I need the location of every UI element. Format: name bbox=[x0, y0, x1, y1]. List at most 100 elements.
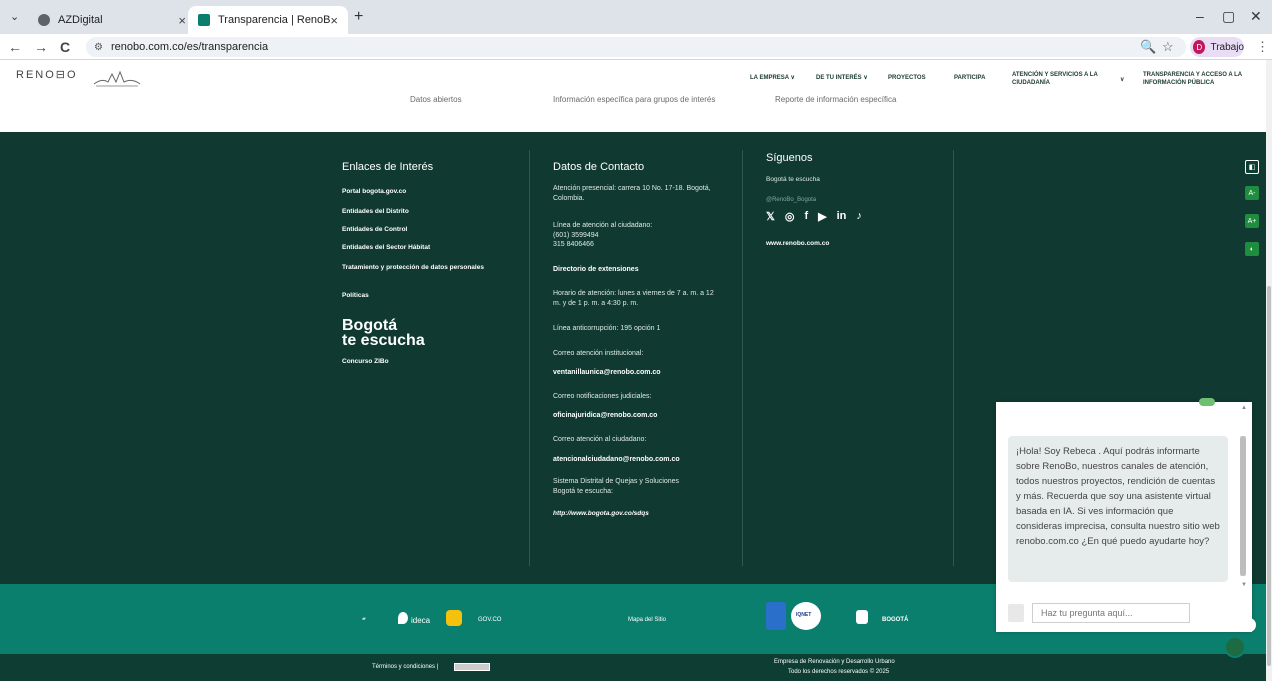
link-judicial-email[interactable]: oficinajuridica@renobo.com.co bbox=[553, 411, 733, 420]
tab-azdigital[interactable]: AZDigital × bbox=[28, 6, 196, 34]
forward-button[interactable]: → bbox=[34, 39, 48, 55]
sublink-datos-abiertos[interactable]: Datos abiertos bbox=[410, 95, 462, 104]
small-logo-icon[interactable]: ▰ bbox=[362, 616, 366, 622]
contact-judicial-label: Correo notificaciones judiciales: bbox=[553, 393, 652, 400]
menu-atencion-chevron-icon[interactable]: ∨ bbox=[1120, 76, 1124, 84]
column-divider bbox=[742, 150, 743, 566]
link-citizen-email[interactable]: atencionalciudadano@renobo.com.co bbox=[553, 455, 738, 464]
menu-transparencia[interactable]: TRANSPARENCIA Y ACCESO A LA INFORMACIÓN … bbox=[1143, 71, 1253, 87]
menu-participa[interactable]: PARTICIPA bbox=[954, 74, 985, 82]
revitalizacion-logo-icon bbox=[93, 70, 141, 87]
url-text: renobo.com.co/es/transparencia bbox=[110, 41, 269, 53]
sublink-reporte-especifica[interactable]: Reporte de información específica bbox=[775, 95, 896, 104]
close-window-button[interactable]: ✕ bbox=[1250, 8, 1262, 25]
iqnet-badge-icon: IQNET bbox=[791, 602, 821, 630]
renobo-favicon-icon bbox=[198, 14, 210, 26]
maximize-button[interactable]: ▢ bbox=[1222, 8, 1235, 25]
page-scrollbar-thumb[interactable] bbox=[1267, 286, 1271, 666]
accessibility-icon[interactable]: ◐ bbox=[1245, 242, 1259, 256]
follow-line1: Bogotá te escucha bbox=[766, 176, 820, 183]
link-tratamiento-datos[interactable]: Tratamiento y protección de datos person… bbox=[342, 263, 492, 272]
terms-link[interactable]: Términos y condiciones | bbox=[372, 664, 438, 670]
ideca-pin-icon bbox=[398, 612, 408, 624]
linkedin-icon[interactable]: in bbox=[837, 210, 847, 223]
new-tab-button[interactable]: + bbox=[354, 8, 363, 26]
contrast-icon[interactable]: ◧ bbox=[1245, 160, 1259, 174]
contact-phone2: 315 8406466 bbox=[553, 241, 594, 248]
reload-button[interactable]: C bbox=[60, 39, 70, 55]
menu-proyectos[interactable]: PROYECTOS bbox=[888, 74, 926, 82]
chat-attach-icon[interactable] bbox=[1008, 604, 1024, 622]
tab-close-icon[interactable]: × bbox=[330, 13, 338, 28]
menu-la-empresa[interactable]: LA EMPRESA ∨ bbox=[750, 74, 795, 82]
youtube-icon[interactable]: ▶ bbox=[818, 210, 826, 223]
follow-title: Síguenos bbox=[766, 152, 813, 164]
chat-scroll-up-icon[interactable]: ▲ bbox=[1241, 405, 1247, 411]
profile-button[interactable]: D Trabajo bbox=[1190, 37, 1244, 57]
chat-input[interactable] bbox=[1032, 603, 1190, 623]
renobo-logo[interactable]: RENO⊟O bbox=[16, 68, 78, 81]
browser-menu-icon[interactable]: ⋮ bbox=[1256, 39, 1269, 55]
bookmark-star-icon[interactable]: ☆ bbox=[1162, 39, 1174, 55]
decrease-font-icon[interactable]: A- bbox=[1245, 186, 1259, 200]
increase-font-icon[interactable]: A+ bbox=[1245, 214, 1259, 228]
minimize-button[interactable]: – bbox=[1196, 8, 1204, 24]
ideca-logo[interactable]: ideca bbox=[411, 616, 430, 625]
company-name: Empresa de Renovación y Desarrollo Urban… bbox=[774, 659, 895, 665]
sitemap-link[interactable]: Mapa del Sitio bbox=[628, 617, 666, 623]
tiktok-icon[interactable]: ♪ bbox=[856, 210, 862, 223]
certification-badge-icon bbox=[766, 602, 786, 630]
page-scrollbar[interactable] bbox=[1266, 60, 1272, 681]
menu-de-tu-interes[interactable]: DE TU INTERÉS ∨ bbox=[816, 74, 868, 82]
link-directorio-extensiones[interactable]: Directorio de extensiones bbox=[553, 265, 713, 274]
iqnet-label: IQNET bbox=[796, 612, 812, 618]
tab-title: Transparencia | RenoBo bbox=[218, 14, 331, 26]
browser-toolbar: ← → C ⚙ renobo.com.co/es/transparencia 🔍… bbox=[0, 34, 1272, 60]
column-divider bbox=[953, 150, 954, 566]
column-divider bbox=[529, 150, 530, 566]
cc-license-icon[interactable] bbox=[454, 663, 490, 671]
bte-line2: te escucha bbox=[342, 332, 425, 349]
chat-scrollbar-thumb[interactable] bbox=[1240, 436, 1246, 576]
link-concurso-zibo[interactable]: Concurso ZIBo bbox=[342, 357, 502, 366]
links-title: Enlaces de Interés bbox=[342, 161, 434, 173]
link-portal-bogota[interactable]: Portal bogota.gov.co bbox=[342, 187, 502, 196]
sublink-grupos-interes[interactable]: Información específica para grupos de in… bbox=[553, 95, 715, 104]
contact-address: Atención presencial: carrera 10 No. 17-1… bbox=[553, 185, 711, 202]
facebook-icon[interactable]: f bbox=[804, 210, 808, 223]
link-sdqs[interactable]: http://www.bogota.gov.co/sdqs bbox=[553, 509, 713, 518]
back-button[interactable]: ← bbox=[8, 39, 22, 55]
tab-list-dropdown-icon[interactable]: ⌄ bbox=[10, 10, 19, 23]
menu-atencion[interactable]: ATENCIÓN Y SERVICIOS A LA CIUDADANÍA bbox=[1012, 71, 1122, 87]
tab-close-icon[interactable]: × bbox=[178, 13, 186, 28]
browser-tab-bar: ⌄ AZDigital × Transparencia | RenoBo × +… bbox=[0, 0, 1272, 34]
bogota-logo[interactable]: BOGOTÁ bbox=[882, 617, 908, 623]
site-header: RENO⊟O LA EMPRESA ∨ DE TU INTERÉS ∨ PROY… bbox=[0, 60, 1266, 132]
zoom-icon[interactable]: 🔍 bbox=[1140, 39, 1156, 55]
link-website[interactable]: www.renobo.com.co bbox=[766, 239, 926, 248]
govco-logo[interactable]: GOV.CO bbox=[478, 617, 501, 623]
address-bar[interactable]: ⚙ renobo.com.co/es/transparencia bbox=[86, 37, 1186, 57]
link-entidades-control[interactable]: Entidades de Control bbox=[342, 225, 502, 234]
x-twitter-icon[interactable]: 𝕏 bbox=[766, 210, 775, 223]
chat-scrollbar[interactable] bbox=[1240, 436, 1246, 576]
co-logo-icon[interactable] bbox=[446, 610, 462, 626]
link-inst-email[interactable]: ventanillaunica@renobo.com.co bbox=[553, 368, 733, 377]
tab-transparencia[interactable]: Transparencia | RenoBo × bbox=[188, 6, 348, 34]
chat-scroll-down-icon[interactable]: ▼ bbox=[1241, 582, 1247, 588]
chat-message: ¡Hola! Soy Rebeca . Aquí podrás informar… bbox=[1008, 436, 1228, 582]
chatbot-launcher-button[interactable] bbox=[1224, 636, 1246, 658]
chatbot-window: ▲ ¡Hola! Soy Rebeca . Aquí podrás inform… bbox=[996, 398, 1252, 632]
link-politicas[interactable]: Políticas bbox=[342, 291, 502, 300]
site-info-icon[interactable]: ⚙ bbox=[94, 42, 103, 53]
bogota-te-escucha-logo[interactable]: Bogotá te escucha bbox=[342, 318, 425, 349]
escudo-bogota-icon bbox=[856, 610, 868, 624]
link-sector-habitat[interactable]: Entidades del Sector Hábitat bbox=[342, 243, 502, 252]
rights-text: Todo los derechos reservados © 2025 bbox=[788, 669, 890, 675]
social-icons: 𝕏 ◎ f ▶ in ♪ bbox=[766, 210, 862, 223]
link-entidades-distrito[interactable]: Entidades del Distrito bbox=[342, 207, 502, 216]
instagram-icon[interactable]: ◎ bbox=[785, 210, 795, 223]
follow-handle: @RenoBo_Bogota bbox=[766, 197, 817, 203]
contact-citizen-label: Correo atención al ciudadano: bbox=[553, 436, 647, 443]
contact-phone-label: Línea de atención al ciudadano: bbox=[553, 222, 653, 229]
